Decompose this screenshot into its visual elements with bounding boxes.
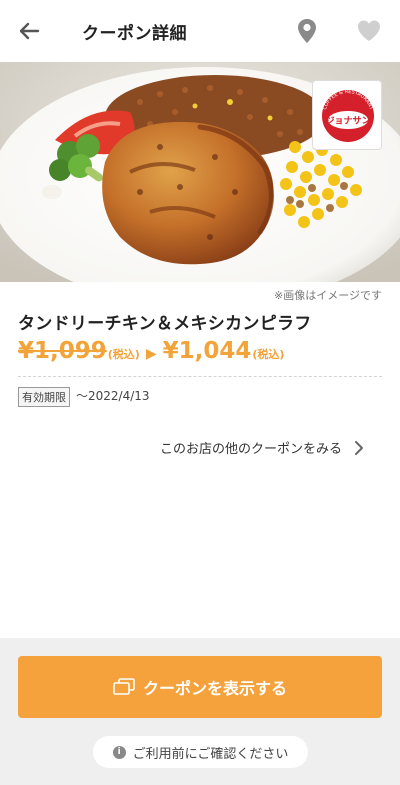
show-coupon-label: クーポンを表示する bbox=[142, 679, 287, 698]
svg-text:ジョナサン: ジョナサン bbox=[325, 116, 370, 127]
price-arrow-icon: ▶ bbox=[145, 346, 157, 362]
new-price-tax: (税込) bbox=[252, 348, 285, 361]
old-price: ¥1,099 bbox=[18, 338, 107, 364]
confirm-notice-label: ご利用前にご確認ください bbox=[132, 746, 289, 762]
location-pin-icon[interactable] bbox=[296, 17, 318, 45]
chevron-right-icon bbox=[355, 440, 364, 455]
restaurant-logo: COFFEE & RESTAURANT ジョナサン bbox=[312, 80, 382, 150]
image-note: ※画像はイメージです bbox=[274, 289, 382, 302]
new-price: ¥1,044 bbox=[162, 338, 252, 364]
show-coupon-button[interactable]: クーポンを表示する bbox=[18, 656, 382, 718]
confirm-notice-button[interactable]: i ご利用前にご確認ください bbox=[93, 736, 308, 768]
jonathan-logo-icon: COFFEE & RESTAURANT ジョナサン bbox=[322, 89, 374, 142]
coupon-cards-icon bbox=[113, 678, 135, 695]
coupon-name: タンドリーチキン＆メキシカンピラフ bbox=[18, 314, 312, 334]
period-badge: 有効期限 bbox=[18, 387, 70, 407]
info-icon: i bbox=[112, 745, 126, 759]
period-value: 〜2022/4/13 bbox=[76, 389, 150, 403]
heart-icon[interactable] bbox=[356, 18, 382, 44]
divider bbox=[18, 376, 382, 377]
price-row: ¥1,099 (税込) ▶ ¥1,044 (税込) bbox=[18, 338, 284, 368]
old-price-tax: (税込) bbox=[107, 348, 140, 361]
more-coupons-label: このお店の他のクーポンをみる bbox=[160, 442, 343, 457]
back-arrow-icon[interactable] bbox=[16, 17, 44, 45]
page-title: クーポン詳細 bbox=[82, 24, 187, 44]
app-header: クーポン詳細 bbox=[0, 0, 400, 62]
more-coupons-link[interactable]: このお店の他のクーポンをみる bbox=[160, 438, 364, 457]
